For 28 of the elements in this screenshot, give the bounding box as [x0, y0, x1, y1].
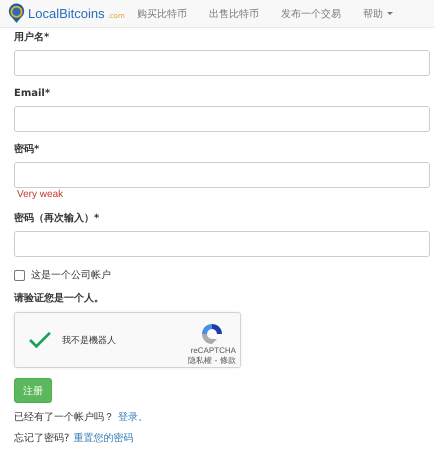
nav-link[interactable]: 购买比特币 [136, 6, 187, 20]
field-label: Email* [14, 87, 52, 101]
checkbox[interactable] [28, 331, 52, 349]
footer-link[interactable]: 重置您的密码 [73, 433, 134, 445]
field-label: 密码* [14, 143, 40, 157]
logo-pin-icon [8, 3, 25, 24]
input-field[interactable] [14, 50, 430, 76]
recaptcha-logo-icon [200, 322, 224, 346]
strength-hint: Very weak [17, 189, 64, 201]
input-field[interactable] [14, 162, 430, 188]
input-field[interactable] [14, 106, 430, 132]
nav-link[interactable]: 出售比特币 [208, 6, 259, 20]
privacy-terms-link[interactable]: 隐私權 - 條款 [188, 355, 236, 366]
checkbox[interactable] [14, 270, 25, 280]
footer-text: 已经有了一个帐户吗？ [14, 412, 114, 424]
field-label: 密码（再次输入）* [14, 212, 100, 226]
footer-text: 忘记了密码? [14, 433, 70, 445]
register-button[interactable]: 注册 [14, 378, 52, 403]
footer-link[interactable]: 登录。 [118, 412, 148, 424]
captcha-prompt: 请验证您是一个人。 [14, 292, 105, 306]
field-label: 用户名* [14, 31, 50, 45]
nav-link[interactable]: 帮助 [362, 6, 393, 20]
input-field[interactable] [14, 231, 430, 257]
checkbox-label[interactable]: 这是一个公司帐户 [31, 268, 111, 282]
captcha-label: 我不是機器人 [62, 334, 117, 346]
logo-text[interactable]: LocalBitcoins [28, 6, 105, 21]
captcha-brand: reCAPTCHA [190, 346, 236, 355]
nav-link[interactable]: 发布一个交易 [280, 6, 341, 20]
